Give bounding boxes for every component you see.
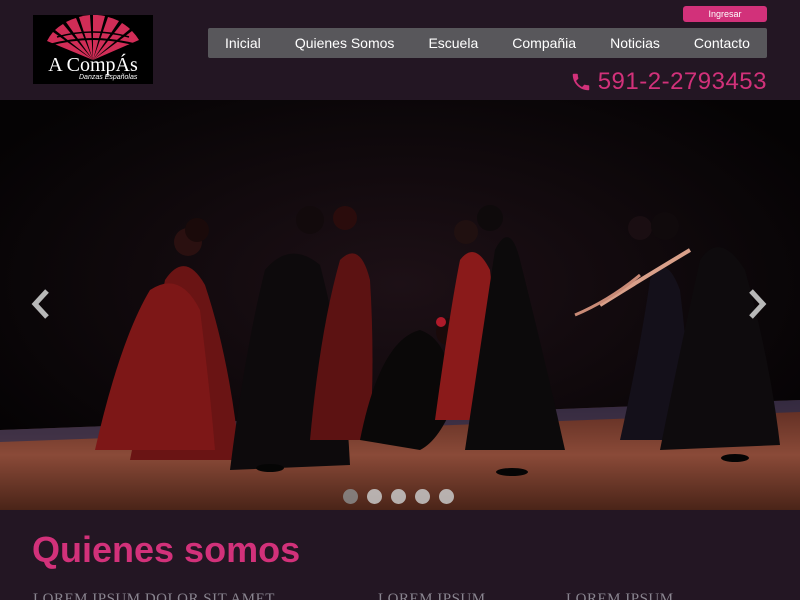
section-title: Quienes somos — [32, 529, 301, 570]
chevron-left-icon — [31, 289, 49, 319]
nav-item-noticias[interactable]: Noticias — [593, 28, 677, 58]
nav-item-compania[interactable]: Compañia — [495, 28, 593, 58]
logo-title: A CompÁs — [48, 54, 138, 76]
hero-slider — [0, 100, 800, 510]
chevron-right-icon — [749, 289, 767, 319]
nav-item-escuela[interactable]: Escuela — [411, 28, 495, 58]
phone-icon — [572, 73, 589, 91]
column-heading-2: LOREM IPSUM — [378, 591, 486, 600]
slider-dot-5[interactable] — [439, 489, 454, 504]
phone-number: 591-2-2793453 — [597, 68, 767, 95]
logo-subtitle: Danzas Españolas — [79, 74, 138, 81]
column-heading-3: LOREM IPSUM — [566, 591, 674, 600]
slider-dot-1[interactable] — [343, 489, 358, 504]
slider-dot-2[interactable] — [367, 489, 382, 504]
login-button[interactable]: Ingresar — [683, 6, 767, 22]
column-heading-1: LOREM IPSUM DOLOR SIT AMET — [33, 591, 275, 600]
slider-pagination — [343, 489, 454, 505]
nav-item-inicial[interactable]: Inicial — [208, 28, 278, 58]
nav-item-quienes-somos[interactable]: Quienes Somos — [278, 28, 412, 58]
main-nav: Inicial Quienes Somos Escuela Compañia N… — [208, 28, 767, 58]
phone-contact[interactable]: 591-2-2793453 — [570, 68, 767, 96]
site-logo[interactable]: A CompÁs Danzas Españolas — [33, 15, 153, 84]
nav-item-contacto[interactable]: Contacto — [677, 28, 767, 58]
slider-dot-3[interactable] — [391, 489, 406, 504]
header: A CompÁs Danzas Españolas Ingresar Inici… — [0, 0, 800, 100]
slider-prev-button[interactable] — [28, 284, 54, 324]
slider-next-button[interactable] — [744, 284, 770, 324]
flamenco-dancers-photo — [0, 100, 800, 510]
slider-dot-4[interactable] — [415, 489, 430, 504]
